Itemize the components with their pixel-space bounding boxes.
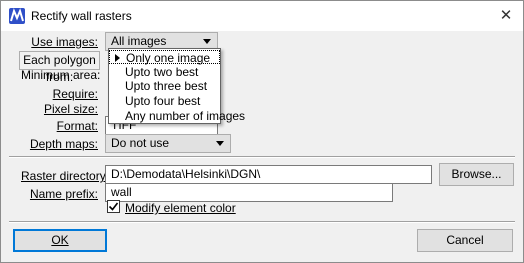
name-prefix-input[interactable]: wall (105, 183, 393, 202)
dropdown-item-upto-three-best[interactable]: Upto three best (109, 79, 220, 93)
dropdown-item-upto-two-best[interactable]: Upto two best (109, 65, 220, 79)
raster-directory-label: Raster directory: (21, 169, 110, 183)
require-label: Require: (52, 87, 98, 101)
name-prefix-value: wall (111, 185, 132, 199)
title-bar: Rectify wall rasters ✕ (1, 1, 523, 31)
browse-button[interactable]: Browse... (439, 163, 514, 186)
separator-highlight (9, 157, 515, 158)
close-icon[interactable]: ✕ (495, 5, 517, 27)
dialog-window: Rectify wall rasters ✕ Use images: All i… (0, 0, 524, 263)
modify-color-label: Modify element color (125, 201, 236, 215)
dropdown-item-any-number[interactable]: Any number of images (109, 109, 245, 123)
ok-button[interactable]: OK (13, 229, 107, 252)
dropdown-item-only-one-image[interactable]: Only one image (109, 50, 220, 65)
use-images-label: Use images: (31, 35, 98, 49)
depth-maps-label: Depth maps: (29, 137, 98, 151)
chevron-down-icon (203, 39, 211, 44)
app-icon (9, 8, 25, 24)
pointer-icon (115, 54, 120, 62)
separator-highlight (9, 222, 515, 223)
pixel-size-label: Pixel size: (43, 102, 98, 116)
raster-directory-input[interactable]: D:\Demodata\Helsinki\DGN\ (105, 165, 432, 184)
cancel-button[interactable]: Cancel (417, 229, 513, 252)
minimum-area-label: Minimum area: (21, 68, 101, 82)
format-label: Format: (56, 119, 98, 133)
depth-maps-value: Do not use (111, 136, 170, 150)
window-title: Rectify wall rasters (31, 9, 132, 23)
dropdown-item-upto-four-best[interactable]: Upto four best (109, 94, 220, 108)
use-images-dropdown-list: Only one image Upto two best Upto three … (108, 48, 245, 124)
modify-color-checkbox[interactable] (107, 200, 120, 213)
depth-maps-combo[interactable]: Do not use (105, 134, 231, 153)
chevron-down-icon (216, 141, 224, 146)
use-images-value: All images (111, 34, 167, 48)
raster-directory-value: D:\Demodata\Helsinki\DGN\ (111, 167, 261, 181)
name-prefix-label: Name prefix: (29, 187, 98, 201)
check-icon (108, 202, 119, 211)
